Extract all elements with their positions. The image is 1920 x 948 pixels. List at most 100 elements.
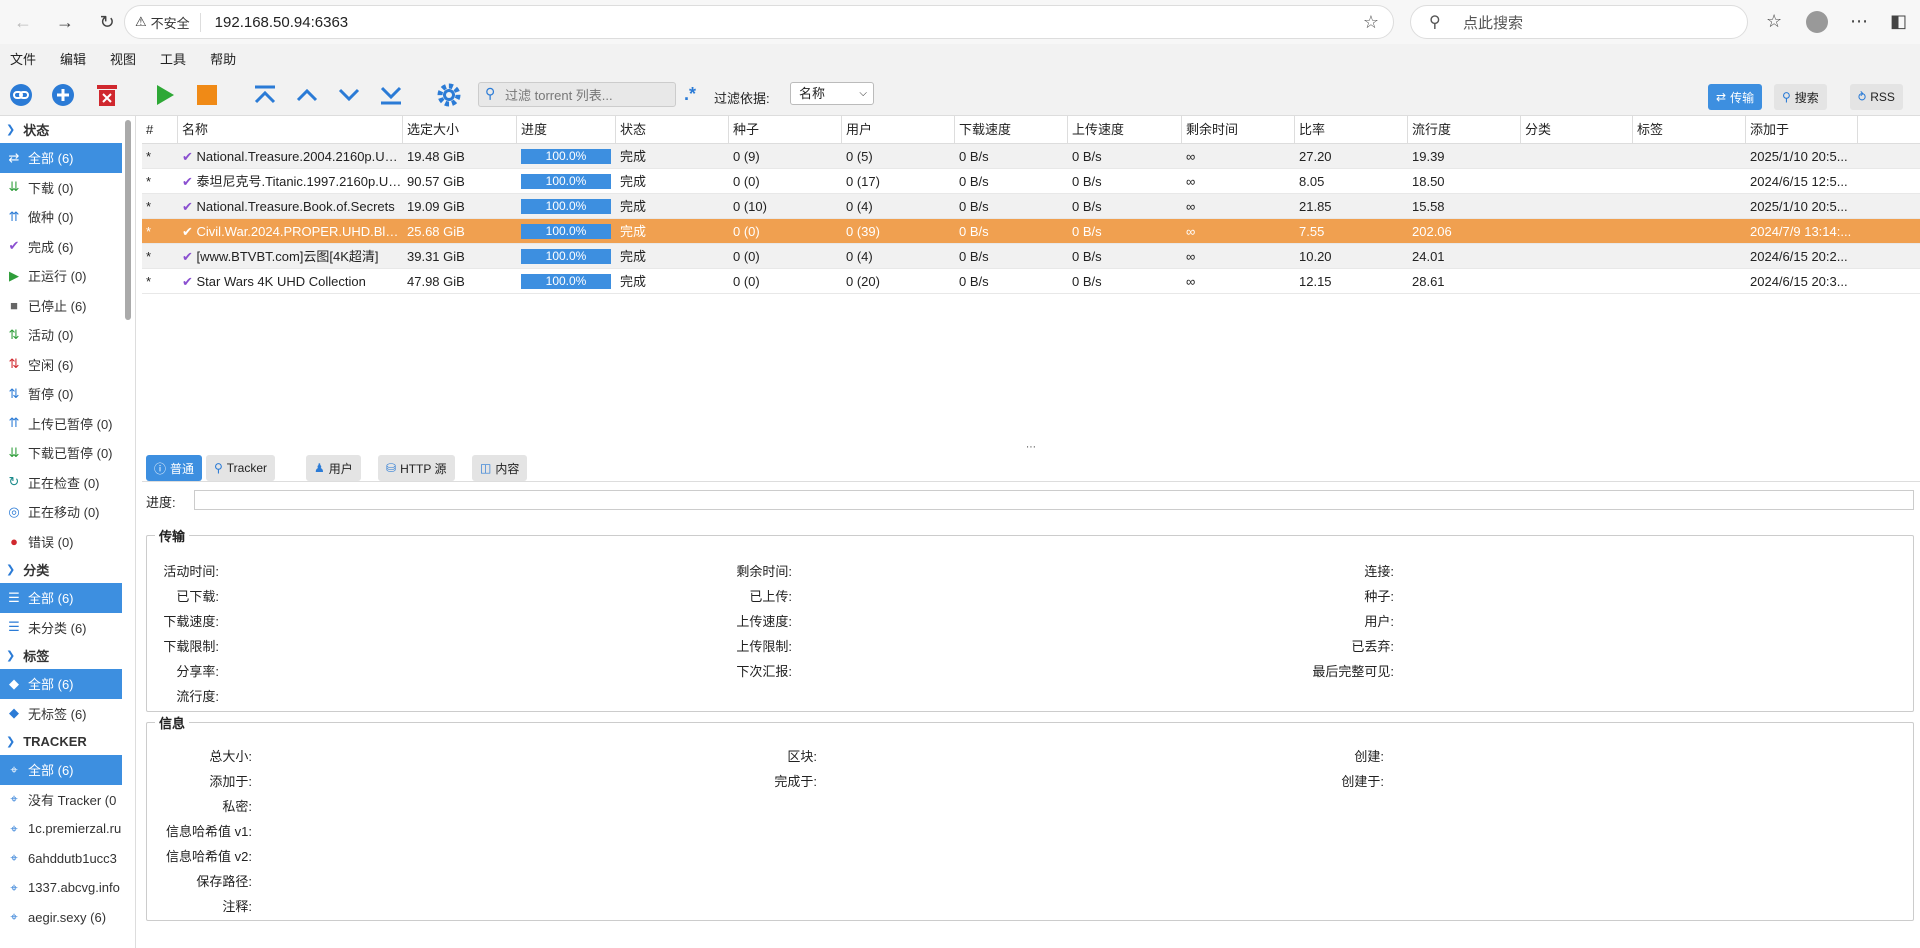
column-header[interactable]: 标签 [1633, 116, 1746, 144]
panel-splitter[interactable]: ⋯ [142, 443, 1920, 453]
tab-general[interactable]: ⓘ 普通 [146, 455, 203, 481]
status-list: ⇄ 全部 (6) ⇊ 下载 (0) ⇈ 做种 (0) ✔ 完成 (6) ▶ 正运行 (0) ■ 已停止… [0, 143, 135, 556]
column-header[interactable]: 进度 [517, 116, 616, 144]
sidebar-item[interactable]: ⌖ aegir.sexy (6) [0, 903, 122, 933]
search-button[interactable]: ⚲ 搜索 [1774, 84, 1827, 110]
sidebar-item[interactable]: ⇅ 空闲 (6) [0, 350, 122, 380]
sidebar-item-label: aegir.sexy (6) [28, 909, 107, 925]
filter-placeholder: 过滤 torrent 列表... [505, 88, 613, 103]
table-cell: 90.57 GiB [407, 174, 465, 189]
sidebar-item[interactable]: ⇅ 暂停 (0) [0, 379, 122, 409]
column-header[interactable]: 种子 [729, 116, 842, 144]
column-header[interactable]: 流行度 [1408, 116, 1521, 144]
stop-icon[interactable] [194, 82, 220, 108]
status-header[interactable]: ❯ 状态 [0, 116, 135, 143]
reload-icon[interactable]: ↻ [94, 9, 120, 35]
sidebar-item[interactable]: ⇊ 下载已暂停 (0) [0, 438, 122, 468]
more-icon[interactable]: ⋯ [1850, 11, 1868, 32]
table-row[interactable]: * ✔ National.Treasure.Book.of.Secrets 19.0… [142, 194, 1920, 219]
forward-icon[interactable]: → [52, 9, 78, 35]
tab-http-sources[interactable]: ⛁ HTTP 源 [378, 455, 455, 481]
download-icon: ⇊ [8, 179, 20, 195]
start-icon[interactable] [152, 82, 178, 108]
menu-view[interactable]: 视图 [110, 49, 136, 68]
check-icon: ✔ [8, 238, 20, 254]
column-header[interactable]: 选定大小 [403, 116, 517, 144]
sidebar-item[interactable]: ✔ 完成 (6) [0, 232, 122, 262]
sidebar-item[interactable]: ⇅ 活动 (0) [0, 320, 122, 350]
transfer-button[interactable]: ⇄ 传输 [1708, 84, 1763, 110]
add-link-icon[interactable] [8, 82, 34, 108]
address-bar[interactable]: ⚠ 不安全 192.168.50.94:6363 ☆ [124, 5, 1394, 39]
column-header[interactable]: 用户 [842, 116, 955, 144]
sidebar-item-label: 上传已暂停 (0) [28, 416, 113, 432]
filter-input[interactable]: ⚲ 过滤 torrent 列表... [478, 82, 676, 107]
table-row[interactable]: * ✔ [www.BTVBT.com]云图[4K超清] 39.31 GiB 100.0… [142, 244, 1920, 269]
sidebar-item[interactable]: ⇈ 做种 (0) [0, 202, 122, 232]
sidebar-item[interactable]: ⌖ 6ahddutb1ucc3 [0, 844, 122, 874]
detail-label: 已上传: [749, 589, 792, 604]
sidebar-toggle-icon[interactable]: ◧ [1890, 11, 1907, 32]
favorites-icon[interactable]: ☆ [1766, 11, 1782, 32]
move-up-icon[interactable] [294, 82, 320, 108]
table-cell: 100.0% [517, 194, 616, 219]
column-header[interactable]: 上传速度 [1068, 116, 1182, 144]
move-down-icon[interactable] [336, 82, 362, 108]
tab-content[interactable]: ◫ 内容 [472, 455, 528, 481]
sidebar-item[interactable]: ◎ 正在移动 (0) [0, 497, 122, 527]
detail-label: 信息哈希值 v1: [166, 824, 252, 839]
menu-help[interactable]: 帮助 [210, 49, 236, 68]
table-row[interactable]: * ✔ 泰坦尼克号.Titanic.1997.2160p.UHD 90.57 GiB… [142, 169, 1920, 194]
move-bottom-icon[interactable] [378, 82, 404, 108]
sidebar-item[interactable]: ⌖ 1c.premierzal.ru [0, 814, 122, 844]
regex-icon[interactable]: .* [684, 84, 696, 105]
sidebar-item-label: 完成 (6) [28, 239, 74, 255]
column-header[interactable]: 名称 [178, 116, 403, 144]
move-top-icon[interactable] [252, 82, 278, 108]
sidebar-item[interactable]: ↻ 正在检查 (0) [0, 468, 122, 498]
torrent-name: [www.BTVBT.com]云图[4K超清] [196, 249, 379, 264]
column-header[interactable]: 状态 [616, 116, 729, 144]
sidebar-scrollbar[interactable] [125, 120, 131, 320]
tab-peers[interactable]: ♟ 用户 [306, 455, 361, 481]
column-header[interactable]: 分类 [1521, 116, 1633, 144]
sidebar-item[interactable]: ⇊ 下载 (0) [0, 173, 122, 203]
browser-search-box[interactable]: ⚲ 点此搜索 [1410, 5, 1748, 39]
column-header[interactable]: 比率 [1295, 116, 1408, 144]
avatar[interactable] [1806, 11, 1828, 33]
table-row[interactable]: * ✔ Star Wars 4K UHD Collection 47.98 GiB 1… [142, 269, 1920, 294]
menu-file[interactable]: 文件 [10, 49, 36, 68]
filter-by-select[interactable]: 名称 ⌵ [790, 82, 874, 105]
rss-button[interactable]: ⥁ RSS [1850, 84, 1903, 110]
column-header[interactable]: 下载速度 [955, 116, 1068, 144]
favorite-star-icon[interactable]: ☆ [1363, 12, 1379, 33]
sidebar-item[interactable]: ⇈ 上传已暂停 (0) [0, 409, 122, 439]
column-header[interactable]: 剩余时间 [1182, 116, 1295, 144]
table-row[interactable]: * ✔ Civil.War.2024.PROPER.UHD.BluRay 25.68… [142, 219, 1920, 244]
tab-tracker[interactable]: ⚲ Tracker [206, 455, 276, 481]
sidebar-item[interactable]: ■ 已停止 (6) [0, 291, 122, 321]
sidebar-item[interactable]: ▶ 正运行 (0) [0, 261, 122, 291]
sidebar-item[interactable]: ⌖ 没有 Tracker (0 [0, 785, 122, 815]
add-torrent-icon[interactable] [50, 82, 76, 108]
sidebar-item[interactable]: ⌖ 1337.abcvg.info [0, 873, 122, 903]
column-header[interactable]: 添加于 [1746, 116, 1858, 144]
sidebar-item[interactable]: ⇄ 全部 (6) [0, 143, 122, 173]
sidebar-item-label: 下载 (0) [28, 180, 74, 196]
map-pin-icon: ⌖ [10, 850, 18, 866]
menu-edit[interactable]: 编辑 [60, 49, 86, 68]
sidebar-item-label: 正在检查 (0) [28, 475, 100, 491]
check-icon: ✔ [182, 199, 197, 214]
sidebar-item[interactable]: ● 错误 (0) [0, 527, 122, 557]
table-row[interactable]: * ✔ National.Treasure.2004.2160p.UHD 19.48… [142, 144, 1920, 169]
progress-bar [194, 490, 1914, 510]
delete-icon[interactable] [94, 82, 120, 108]
settings-gear-icon[interactable] [436, 82, 462, 108]
menu-tools[interactable]: 工具 [160, 49, 186, 68]
back-icon[interactable]: ← [10, 9, 36, 35]
table-cell: ∞ [1186, 199, 1196, 214]
column-header[interactable]: # [142, 116, 178, 144]
sidebar-item[interactable]: ⌖ 全部 (6) [0, 755, 122, 785]
info-legend: 信息 [159, 716, 186, 731]
insecure-warning[interactable]: ⚠ 不安全 [135, 12, 201, 32]
